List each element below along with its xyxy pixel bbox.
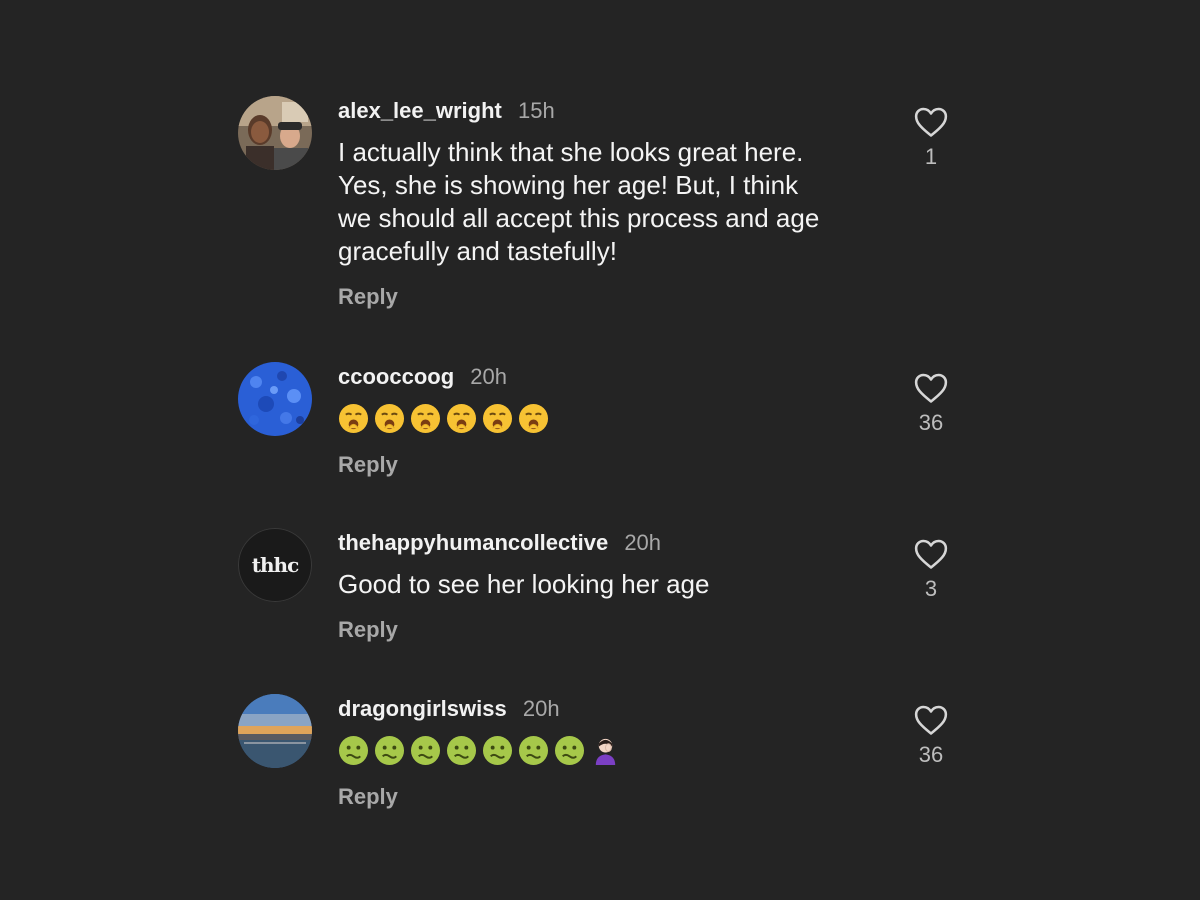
username[interactable]: thehappyhumancollective (338, 530, 608, 555)
heart-icon[interactable] (914, 538, 948, 570)
comment-text: Good to see her looking her age (338, 568, 878, 601)
nauseated-face-icon (446, 735, 477, 765)
like-count: 1 (924, 144, 938, 169)
nauseated-face-icon (338, 735, 369, 765)
comment-text-line: gracefully and tastefully! (338, 236, 617, 266)
timestamp: 20h (522, 696, 560, 721)
like-count: 36 (918, 742, 944, 767)
username[interactable]: alex_lee_wright (338, 98, 502, 123)
yawning-face-icon (410, 403, 441, 433)
nauseated-face-icon (482, 735, 513, 765)
avatar[interactable] (238, 694, 312, 768)
couple-photo-avatar-icon (238, 96, 312, 170)
comment-text-line: Yes, she is showing her age! But, I thin… (338, 170, 799, 200)
nauseated-face-icon (554, 735, 585, 765)
like-control: 36 (910, 704, 952, 768)
nauseated-face-icon (374, 735, 405, 765)
timestamp: 15h (518, 98, 555, 123)
comment-text-line: Good to see her looking her age (338, 569, 710, 599)
heart-icon[interactable] (914, 704, 948, 736)
timestamp: 20h (624, 530, 662, 555)
yawning-face-icon (374, 403, 405, 433)
like-control: 36 (910, 372, 952, 436)
username[interactable]: dragongirlswiss (338, 696, 507, 721)
emoji-row (338, 732, 878, 768)
person-facepalming-icon (595, 738, 616, 765)
heart-icon[interactable] (914, 106, 948, 138)
like-count: 36 (918, 410, 944, 435)
reply-button[interactable]: Reply (338, 450, 878, 480)
comment-text-line: we should all accept this process and ag… (338, 203, 820, 233)
like-control: 3 (910, 538, 952, 602)
comments-list: alex_lee_wright 15h I actually think tha… (0, 0, 1200, 900)
blue-texture-avatar-icon (238, 362, 312, 436)
avatar[interactable]: thhc (238, 528, 312, 602)
comment-text-line: I actually think that she looks great he… (338, 137, 804, 167)
avatar[interactable] (238, 96, 312, 170)
emoji-row (338, 400, 878, 436)
comment-text: I actually think that she looks great he… (338, 136, 878, 268)
avatar[interactable] (238, 362, 312, 436)
reply-button[interactable]: Reply (338, 615, 878, 645)
nauseated-face-icon (518, 735, 549, 765)
nauseated-face-icon (410, 735, 441, 765)
sunset-lake-avatar-icon (238, 694, 312, 768)
yawning-face-icon (482, 403, 513, 433)
username[interactable]: ccooccoog (338, 364, 454, 389)
heart-icon[interactable] (914, 372, 948, 404)
reply-button[interactable]: Reply (338, 282, 878, 312)
reply-button[interactable]: Reply (338, 782, 878, 812)
like-count: 3 (924, 576, 938, 601)
timestamp: 20h (470, 364, 507, 389)
brand-logo-avatar: thhc (238, 528, 312, 602)
like-control: 1 (910, 106, 952, 170)
yawning-face-icon (446, 403, 477, 433)
yawning-face-icon (518, 403, 549, 433)
yawning-face-icon (338, 403, 369, 433)
